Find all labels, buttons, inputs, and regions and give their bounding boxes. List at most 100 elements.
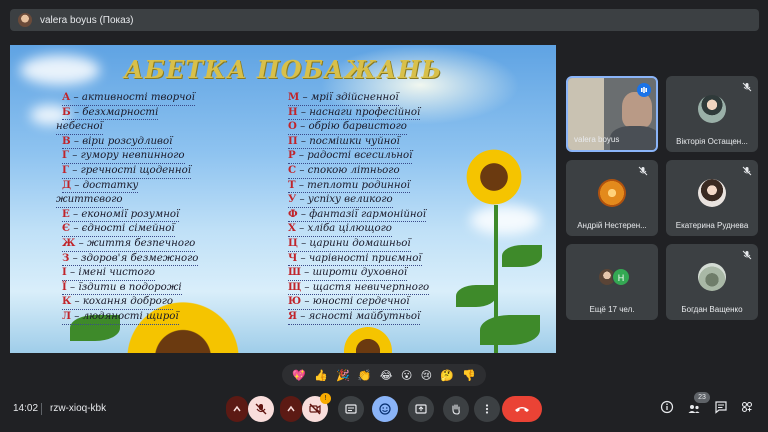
- microphone-toggle-button[interactable]: [248, 396, 274, 422]
- wish-line: Щ – щастя невичерпного: [288, 281, 430, 296]
- reaction-thumbs-down[interactable]: 👎: [462, 369, 476, 382]
- meeting-controls-bar: 14:02 rzw-xioq-kbk ! 23: [0, 392, 768, 424]
- wish-line: Н – наснаги професійної: [288, 106, 421, 121]
- participant-tile[interactable]: Богдан Ващенко: [666, 244, 758, 320]
- wish-line: Г – гумору невпинного: [62, 149, 185, 164]
- captions-button[interactable]: [338, 396, 364, 422]
- reaction-clap[interactable]: 👏: [358, 369, 372, 382]
- participant-tile-speaker[interactable]: valera boyus: [566, 76, 658, 152]
- wish-line: Б – безхмарності: [62, 106, 159, 121]
- sunflower-image: [340, 323, 396, 353]
- wish-line: Т – теплоти родинної: [288, 179, 410, 194]
- wish-line: О – обрію барвистого: [288, 120, 407, 135]
- speaking-indicator-icon: [637, 83, 651, 97]
- presenter-title: valera boyus (Показ): [40, 14, 134, 26]
- participant-tile[interactable]: Андрій Нестерен...: [566, 160, 658, 236]
- sunflower-image: [462, 145, 526, 209]
- reaction-party[interactable]: 🎉: [336, 369, 350, 382]
- speaker-video-face: [622, 92, 652, 128]
- slide-heading: АБЕТКА ПОБАЖАНЬ: [123, 55, 443, 84]
- wish-line: Ї – їздити в подорожі: [62, 281, 182, 296]
- mic-off-icon: [638, 166, 648, 176]
- wish-line: Р – радості всесильної: [288, 149, 413, 164]
- more-vert-icon: [485, 404, 489, 414]
- wish-line: М – мрії здійсненної: [288, 91, 399, 106]
- cloud: [470, 205, 540, 235]
- reaction-thinking[interactable]: 🤔: [440, 369, 454, 382]
- reaction-surprised[interactable]: 😮: [401, 369, 412, 382]
- chat-icon[interactable]: [714, 400, 728, 414]
- avatar: [698, 95, 726, 124]
- leaf: [456, 285, 496, 307]
- wish-line: Л – людяності щирої: [62, 310, 179, 325]
- wish-line: П – посмішки чуйної: [288, 135, 400, 150]
- hang-up-icon: [515, 407, 529, 412]
- wish-line: Ч – чарівності приємної: [288, 252, 422, 267]
- activities-icon[interactable]: [740, 400, 754, 414]
- wish-line: Ш – широти духовної: [288, 266, 408, 281]
- avatar-initial: Н: [612, 268, 630, 286]
- present-screen-icon: [415, 404, 427, 414]
- meeting-info-icon[interactable]: [660, 400, 674, 414]
- wish-line: Ц – царини домашньої: [288, 237, 411, 252]
- wish-line: Г – гречності щоденної: [62, 164, 191, 179]
- wish-line: Ю – юності сердечної: [288, 295, 410, 310]
- wish-line: життєвого: [56, 193, 123, 208]
- meeting-code: rzw-xioq-kbk: [50, 403, 107, 414]
- reaction-sad[interactable]: 😢: [421, 369, 432, 382]
- avatar: [598, 179, 626, 208]
- captions-icon: [345, 404, 357, 414]
- participant-name: Андрій Нестерен...: [577, 221, 647, 230]
- wish-line: У – успіху великого: [288, 193, 393, 208]
- leaf: [502, 245, 542, 267]
- mic-off-icon: [255, 403, 267, 415]
- wish-line: Ж – життя безпечного: [62, 237, 196, 252]
- wish-line: Я – ясності майбутньої: [288, 310, 421, 325]
- present-screen-button[interactable]: [408, 396, 434, 422]
- participant-tile[interactable]: Екатерина Руднева: [666, 160, 758, 236]
- mic-off-icon: [742, 166, 752, 176]
- chevron-up-icon: [233, 405, 241, 412]
- participant-tile[interactable]: Вікторія Остащен...: [666, 76, 758, 152]
- wish-line: І – імені чистого: [62, 266, 155, 281]
- chevron-up-icon: [287, 405, 295, 412]
- camera-warning-badge: !: [320, 393, 331, 404]
- participant-name: valera boyus: [574, 135, 620, 144]
- divider: [41, 403, 42, 415]
- more-participants-tile[interactable]: Н Ещё 17 чел.: [566, 244, 658, 320]
- raise-hand-button[interactable]: [443, 396, 469, 422]
- leaf: [480, 315, 540, 345]
- presenter-avatar: [18, 13, 32, 27]
- wish-line: А – активності творчої: [62, 91, 195, 106]
- reaction-thumbs-up[interactable]: 👍: [314, 369, 328, 382]
- wish-line: К – кохання доброго: [62, 295, 174, 310]
- emoji-reactions-button[interactable]: [372, 396, 398, 422]
- participant-name: Богдан Ващенко: [681, 305, 743, 314]
- shared-screen-slide: АБЕТКА ПОБАЖАНЬ А – активності творчої Б…: [10, 45, 556, 353]
- reactions-bar: 💖 👍 🎉 👏 😂 😮 😢 🤔 👎: [282, 364, 486, 386]
- wish-line: В – віри розсудливої: [62, 135, 173, 150]
- video-options-button[interactable]: [280, 396, 302, 422]
- participant-name: Екатерина Руднева: [675, 221, 749, 230]
- wishes-right-column: М – мрії здійсненної Н – наснаги професі…: [288, 91, 430, 325]
- leave-call-button[interactable]: [502, 396, 542, 422]
- wish-line: Є – єдності сімейної: [62, 222, 175, 237]
- wish-line: Х – хліба цілющого: [288, 222, 392, 237]
- more-options-button[interactable]: [474, 396, 500, 422]
- presenter-bar: valera boyus (Показ): [10, 9, 759, 31]
- emoji-icon: [379, 403, 391, 415]
- camera-off-icon: [309, 403, 321, 415]
- more-participants-label: Ещё 17 чел.: [589, 305, 635, 314]
- audio-options-button[interactable]: [226, 396, 248, 422]
- hand-icon: [452, 404, 460, 415]
- reaction-heart[interactable]: 💖: [292, 369, 306, 382]
- reaction-laugh[interactable]: 😂: [380, 369, 393, 382]
- current-time: 14:02: [13, 403, 39, 414]
- people-icon[interactable]: [687, 402, 701, 416]
- avatar: [698, 263, 726, 292]
- participant-name: Вікторія Остащен...: [676, 137, 748, 146]
- wish-line: Д – достатку: [62, 179, 139, 194]
- wish-line: С – спокою літнього: [288, 164, 400, 179]
- wish-line: Е – економії розумної: [62, 208, 180, 223]
- avatar: [698, 179, 726, 208]
